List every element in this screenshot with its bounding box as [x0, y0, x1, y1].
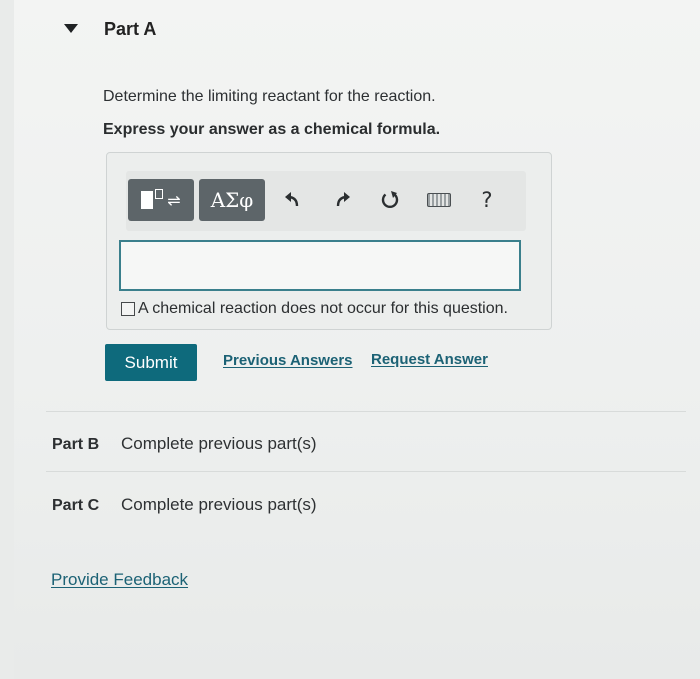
template-arrows-icon: ⇌	[141, 189, 181, 210]
templates-button[interactable]: ⇌	[128, 179, 194, 221]
previous-answers-link[interactable]: Previous Answers	[223, 352, 353, 369]
symbols-button[interactable]: ΑΣφ	[199, 179, 265, 221]
no-reaction-label: A chemical reaction does not occur for t…	[138, 300, 508, 317]
help-button[interactable]: ?	[473, 186, 501, 214]
question-prompt: Determine the limiting reactant for the …	[103, 88, 436, 105]
part-b-label[interactable]: Part B	[52, 436, 99, 454]
undo-icon[interactable]	[279, 186, 307, 214]
provide-feedback-link[interactable]: Provide Feedback	[51, 570, 188, 590]
no-reaction-checkbox[interactable]	[121, 302, 135, 316]
answer-instruction: Express your answer as a chemical formul…	[103, 121, 441, 138]
collapse-caret-icon[interactable]	[64, 24, 78, 33]
answer-input[interactable]	[119, 240, 521, 291]
request-answer-link[interactable]: Request Answer	[371, 351, 488, 368]
part-b-status: Complete previous part(s)	[121, 434, 317, 453]
divider	[46, 471, 686, 472]
submit-button[interactable]: Submit	[105, 344, 197, 381]
divider	[46, 411, 686, 412]
keyboard-icon[interactable]	[425, 186, 453, 214]
part-c-status: Complete previous part(s)	[121, 495, 317, 514]
part-a-title: Part A	[104, 19, 157, 39]
redo-icon[interactable]	[328, 186, 356, 214]
part-c-label[interactable]: Part C	[52, 497, 99, 515]
no-reaction-option[interactable]: A chemical reaction does not occur for t…	[121, 300, 508, 318]
reset-icon[interactable]	[376, 186, 404, 214]
